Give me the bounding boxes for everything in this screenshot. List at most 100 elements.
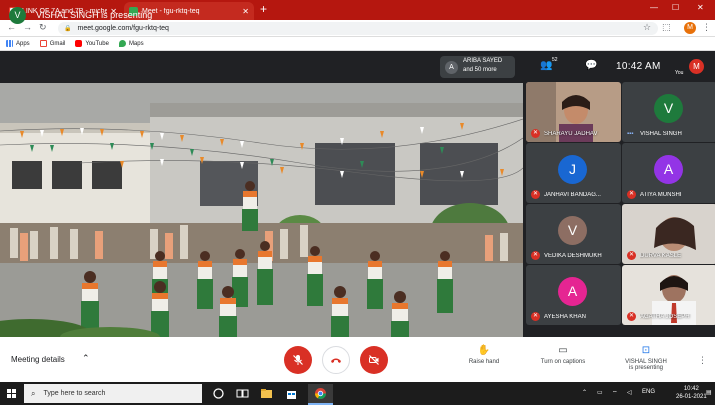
leave-call-button[interactable]: [322, 346, 350, 374]
search-icon: ⌕: [31, 388, 36, 398]
system-tray-icon[interactable]: ⌃: [582, 389, 587, 396]
bookmark-label: YouTube: [85, 40, 109, 47]
menu-kebab-icon[interactable]: ⋮: [702, 22, 711, 33]
meeting-clock: 10:42 AM: [616, 61, 661, 72]
captions-label: Turn on captions: [540, 359, 586, 365]
address-bar[interactable]: 🔒 meet.google.com/fgu-rktq-teq: [58, 22, 658, 35]
task-view-icon[interactable]: [236, 387, 249, 400]
participant-name: AGATHA JOSEPH: [640, 314, 690, 320]
muted-mic-icon: ✕: [627, 251, 636, 260]
battery-icon[interactable]: ▭: [597, 389, 603, 396]
more-options-icon[interactable]: ⋮: [698, 355, 707, 366]
muted-mic-icon: ✕: [531, 251, 540, 260]
taskbar-clock[interactable]: 10:42 26-01-2021: [676, 385, 707, 401]
viewer-name: ARIBA SAYED: [463, 58, 503, 64]
forward-icon[interactable]: →: [23, 22, 32, 32]
windows-taskbar: ⌕ Type here to search ⌃ ▭ ⌔ ◁ ENG 10:42 …: [0, 382, 715, 405]
captions-icon: ▭: [558, 345, 568, 356]
minimize-icon[interactable]: —: [650, 3, 658, 12]
bookmark-label: Gmail: [49, 40, 66, 47]
taskbar-time: 10:42: [683, 386, 699, 392]
close-icon[interactable]: ✕: [242, 7, 249, 16]
participant-avatar: A: [654, 155, 683, 184]
wifi-icon[interactable]: ⌔: [612, 389, 618, 397]
presenting-button[interactable]: ⊡ VISHAL SINGH is presenting: [611, 345, 681, 371]
file-explorer-icon[interactable]: [260, 387, 273, 400]
bookmark-label: Apps: [16, 40, 30, 47]
microphone-toggle-button[interactable]: [284, 346, 312, 374]
gmail-icon: [39, 40, 47, 47]
self-label: You: [675, 70, 684, 76]
bookmark-maps[interactable]: Maps: [118, 40, 144, 47]
participant-tile-vedika[interactable]: V ✕ VEDIKA DESHMUKH: [526, 204, 621, 264]
speaking-indicator-icon: ▪▪▪: [627, 131, 634, 137]
mic-off-icon: [293, 355, 303, 365]
viewer-more: and 50 more: [463, 67, 497, 73]
participant-tile-atiya[interactable]: A ✕ ATIYA MUNSHI: [622, 143, 715, 203]
taskbar-date: 26-01-2021: [676, 394, 707, 400]
presenter-banner: VISHAL SINGH is presenting: [36, 10, 153, 20]
chevron-up-icon[interactable]: ⌃: [82, 353, 90, 364]
extensions-icon[interactable]: ⬚: [662, 22, 671, 33]
participant-tile-durva[interactable]: ✕ DURVA KASLE: [622, 204, 715, 264]
new-tab-button[interactable]: +: [260, 2, 267, 16]
search-placeholder: Type here to search: [43, 390, 106, 397]
maps-icon: [118, 40, 126, 47]
muted-mic-icon: ✕: [627, 312, 636, 321]
reload-icon[interactable]: ↻: [39, 22, 47, 33]
language-indicator[interactable]: ENG: [642, 389, 655, 395]
bookmark-apps[interactable]: Apps: [6, 40, 30, 47]
cortana-icon[interactable]: [212, 387, 225, 400]
participant-tile-janhavi[interactable]: J ✕ JANHAVI BANDAG...: [526, 143, 621, 203]
participant-avatar: J: [558, 155, 587, 184]
participant-name: AYESHA KHAN: [544, 314, 586, 320]
raise-hand-label: Raise hand: [468, 359, 500, 365]
bookmarks-bar: Apps Gmail YouTube Maps: [0, 37, 715, 51]
participant-avatar: V: [558, 216, 587, 245]
meeting-details-button[interactable]: Meeting details: [11, 355, 65, 364]
presenting-label-2: is presenting: [628, 365, 664, 371]
taskbar-search-input[interactable]: ⌕ Type here to search: [24, 384, 202, 403]
muted-mic-icon: ✕: [531, 190, 540, 199]
camera-toggle-button[interactable]: [360, 346, 388, 374]
volume-icon[interactable]: ◁: [627, 389, 632, 396]
apps-grid-icon: [6, 40, 13, 47]
bookmark-youtube[interactable]: YouTube: [75, 40, 109, 47]
meet-control-bar: Meeting details ⌃ ✋ Raise hand ▭ Turn on…: [0, 337, 715, 382]
participant-avatar: V: [654, 94, 683, 123]
participant-name: DURVA KASLE: [640, 253, 682, 259]
bookmark-gmail[interactable]: Gmail: [39, 40, 66, 47]
lock-icon: 🔒: [64, 26, 72, 32]
muted-mic-icon: ✕: [627, 190, 636, 199]
self-avatar[interactable]: M: [689, 59, 704, 74]
chat-icon[interactable]: 💬: [585, 60, 597, 71]
raise-hand-button[interactable]: ✋ Raise hand: [449, 345, 519, 365]
notifications-icon[interactable]: ▤: [706, 389, 712, 396]
participant-tile-agatha[interactable]: ✕ AGATHA JOSEPH: [622, 265, 715, 325]
windows-start-icon[interactable]: [7, 389, 16, 398]
viewer-avatar: A: [445, 61, 458, 74]
star-icon[interactable]: ☆: [643, 22, 651, 33]
tab-title: Meet - fgu-rktq-teq: [142, 7, 200, 15]
presenter-avatar: V: [9, 7, 26, 24]
captions-button[interactable]: ▭ Turn on captions: [528, 345, 598, 365]
store-icon[interactable]: [285, 387, 298, 400]
participant-tile-vishal[interactable]: V ▪▪▪ VISHAL SINGH: [622, 82, 715, 142]
close-window-icon[interactable]: ✕: [697, 3, 704, 12]
participant-tile-ayesha[interactable]: A ✕ AYESHA KHAN: [526, 265, 621, 325]
hand-icon: ✋: [477, 345, 491, 356]
url-text: meet.google.com/fgu-rktq-teq: [77, 25, 169, 32]
participant-tile-sharayu[interactable]: ✕ SHARAYU JADHAV: [526, 82, 621, 142]
participant-name: JANHAVI BANDAG...: [544, 192, 601, 198]
participant-name: VISHAL SINGH: [640, 131, 682, 137]
muted-mic-icon: ✕: [531, 312, 540, 321]
people-count: 52: [552, 57, 558, 63]
profile-avatar[interactable]: M: [684, 22, 696, 34]
browser-toolbar: ← → ↻ 🔒 meet.google.com/fgu-rktq-teq ☆ ⬚…: [0, 20, 715, 37]
camera-off-icon: [369, 355, 379, 365]
participant-name: ATIYA MUNSHI: [640, 192, 682, 198]
participant-name: VEDIKA DESHMUKH: [544, 253, 602, 259]
people-icon[interactable]: 👥: [540, 60, 552, 71]
youtube-icon: [75, 40, 83, 47]
maximize-icon[interactable]: ☐: [672, 3, 679, 12]
